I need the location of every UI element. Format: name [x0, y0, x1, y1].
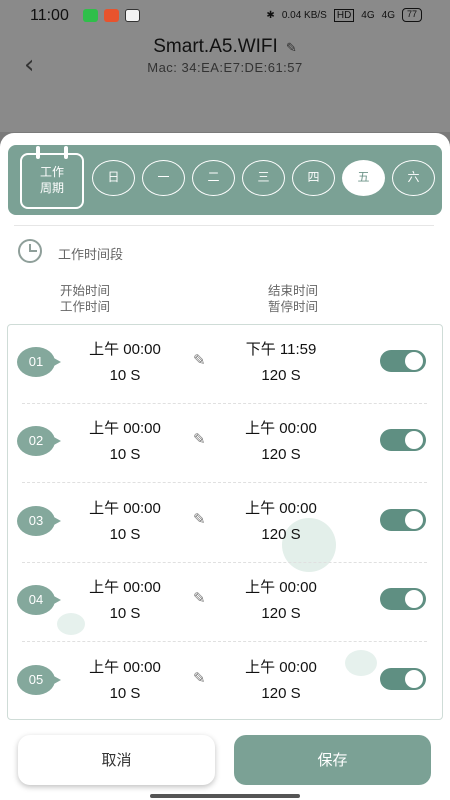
work-time: 10 S	[109, 446, 141, 463]
section-title: 工作时间段	[58, 248, 124, 263]
slot-number: 01	[17, 347, 61, 377]
cancel-button[interactable]: 取消	[18, 735, 215, 785]
work-cycle-label-1: 工作	[39, 165, 64, 179]
pause-time: 120 S	[261, 526, 301, 543]
home-indicator[interactable]	[150, 794, 300, 798]
start-time: 上午 00:00	[89, 659, 161, 676]
row-separator	[22, 641, 427, 642]
pause-time: 120 S	[261, 685, 301, 702]
day-sun[interactable]: 日	[92, 160, 135, 196]
network-speed: 0.04 KB/S	[281, 9, 327, 21]
signal-1: 4G	[361, 9, 375, 21]
day-mon[interactable]: 一	[142, 160, 185, 196]
end-cell[interactable]: 上午 00:00 120 S	[226, 575, 336, 627]
mac-address: Mac: 34:EA:E7:DE:61:57	[147, 60, 303, 75]
end-time: 上午 00:00	[245, 659, 317, 676]
divider	[14, 225, 434, 226]
work-time-header: 工作时间	[60, 299, 111, 314]
start-cell[interactable]: 上午 00:00 10 S	[70, 337, 180, 389]
end-time-header: 结束时间	[268, 283, 319, 298]
pencil-icon[interactable]: ✎	[193, 669, 206, 687]
end-cell[interactable]: 上午 00:00 120 S	[226, 416, 336, 468]
time-slot-row[interactable]: 01 上午 00:00 10 S ✎ 下午 11:59 120 S	[8, 325, 441, 404]
day-thu[interactable]: 四	[292, 160, 335, 196]
slot-toggle[interactable]	[380, 588, 426, 610]
work-time: 10 S	[109, 685, 141, 702]
wechat-icon	[83, 9, 98, 22]
calendar-icon: 工作 周期	[20, 146, 84, 209]
slot-number: 04	[17, 585, 61, 615]
save-button[interactable]: 保存	[234, 735, 431, 785]
work-cycle-bar: 工作 周期 日 一 二 三 四 五 六	[8, 145, 442, 215]
bluetooth-icon: ✱	[266, 9, 275, 21]
slot-toggle[interactable]	[380, 350, 426, 372]
end-cell[interactable]: 下午 11:59 120 S	[226, 337, 336, 389]
end-time: 上午 00:00	[245, 420, 317, 437]
start-cell[interactable]: 上午 00:00 10 S	[70, 416, 180, 468]
work-cycle-label-2: 周期	[39, 181, 64, 195]
day-fri[interactable]: 五	[342, 160, 385, 196]
app-notification-icon	[104, 9, 119, 22]
pause-time: 120 S	[261, 605, 301, 622]
pencil-icon[interactable]: ✎	[193, 430, 206, 448]
status-time: 11:00	[30, 7, 69, 24]
start-time: 上午 00:00	[89, 420, 161, 437]
time-slot-row[interactable]: 04 上午 00:00 10 S ✎ 上午 00:00 120 S	[8, 563, 441, 642]
pause-time-header: 暂停时间	[268, 299, 319, 314]
device-header: ‹ Smart.A5.WIFI ✎ Mac: 34:EA:E7:DE:61:57	[0, 32, 450, 132]
start-cell[interactable]: 上午 00:00 10 S	[70, 496, 180, 548]
time-slot-list: 01 上午 00:00 10 S ✎ 下午 11:59 120 S 02 上午 00…	[7, 324, 443, 720]
end-cell[interactable]: 上午 00:00 120 S	[226, 655, 336, 707]
pencil-icon[interactable]: ✎	[193, 589, 206, 607]
start-time: 上午 00:00	[89, 500, 161, 517]
slot-number: 03	[17, 506, 61, 536]
pause-time: 120 S	[261, 367, 301, 384]
start-cell[interactable]: 上午 00:00 10 S	[70, 655, 180, 707]
work-time: 10 S	[109, 367, 141, 384]
weekday-selector: 日 一 二 三 四 五 六	[92, 160, 435, 196]
status-indicators: ✱ 0.04 KB/S HD 4G 4G 77	[266, 8, 422, 22]
slot-toggle[interactable]	[380, 668, 426, 690]
slot-number: 02	[17, 426, 61, 456]
time-slot-row[interactable]: 02 上午 00:00 10 S ✎ 上午 00:00 120 S	[8, 404, 441, 483]
end-time: 上午 00:00	[245, 500, 317, 517]
start-time-header: 开始时间	[60, 283, 111, 298]
work-time: 10 S	[109, 526, 141, 543]
notification-icons	[83, 9, 140, 22]
pencil-icon[interactable]: ✎	[193, 510, 206, 528]
slot-toggle[interactable]	[380, 429, 426, 451]
slot-number: 05	[17, 665, 61, 695]
hd-badge: HD	[333, 8, 355, 22]
battery-indicator: 77	[401, 8, 422, 22]
end-cell[interactable]: 上午 00:00 120 S	[226, 496, 336, 548]
time-slot-row[interactable]: 03 上午 00:00 10 S ✎ 上午 00:00 120 S	[8, 484, 441, 563]
day-wed[interactable]: 三	[242, 160, 285, 196]
start-time: 上午 00:00	[89, 579, 161, 596]
day-sat[interactable]: 六	[392, 160, 435, 196]
end-time: 上午 00:00	[245, 579, 317, 596]
start-cell[interactable]: 上午 00:00 10 S	[70, 575, 180, 627]
column-header-end: 结束时间 暂停时间	[268, 283, 318, 315]
pause-time: 120 S	[261, 446, 301, 463]
video-app-icon	[125, 9, 140, 22]
schedule-sheet: 工作 周期 日 一 二 三 四 五 六 工作时间段 开始时间 工作时间 结束时间…	[0, 133, 450, 800]
start-time: 上午 00:00	[89, 341, 161, 358]
clock-icon	[18, 239, 42, 263]
end-time: 下午 11:59	[245, 341, 317, 358]
signal-2: 4G	[381, 9, 395, 21]
pencil-icon[interactable]: ✎	[286, 40, 297, 55]
column-header-start: 开始时间 工作时间	[60, 283, 110, 315]
time-slot-row[interactable]: 05 上午 00:00 10 S ✎ 上午 00:00 120 S	[8, 643, 441, 722]
device-title: Smart.A5.WIFI ✎	[0, 36, 450, 58]
work-time: 10 S	[109, 605, 141, 622]
status-bar: 11:00 ✱ 0.04 KB/S HD 4G 4G 77	[0, 0, 450, 32]
slot-toggle[interactable]	[380, 509, 426, 531]
row-separator	[22, 482, 427, 483]
device-name: Smart.A5.WIFI	[153, 36, 278, 57]
pencil-icon[interactable]: ✎	[193, 351, 206, 369]
day-tue[interactable]: 二	[192, 160, 235, 196]
